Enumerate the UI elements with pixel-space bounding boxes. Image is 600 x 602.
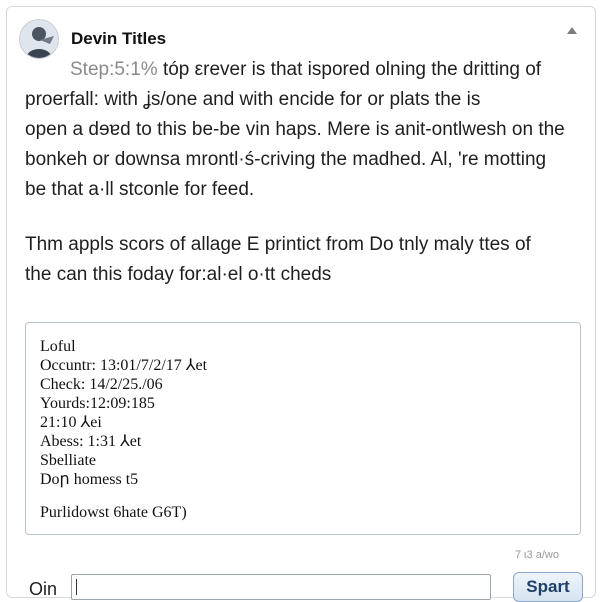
paragraph-1: Step:5:1% tóp εrever is that ispored oln… <box>25 55 585 205</box>
message-body: Step:5:1% tóp εrever is that ispored oln… <box>25 55 585 290</box>
log-line: 21:10 ⅄ei <box>40 414 102 431</box>
log-line: Abess: 1:31 ⅄et <box>40 433 142 450</box>
paragraph-1-line-4: bonkeh or downsa mrontl·ś-criving the ma… <box>25 149 547 170</box>
paragraph-2-line-1: Thm appls scors of allage E printict fro… <box>25 234 531 255</box>
avatar[interactable] <box>19 19 59 59</box>
avatar-image <box>20 20 58 58</box>
log-footer: Purlidowst 6hate G6T) <box>40 504 187 521</box>
text-cursor <box>76 579 77 595</box>
message-input[interactable] <box>71 574 491 600</box>
log-line: Check: 14/2/25./06 <box>40 376 163 393</box>
paragraph-2: Thm appls scors of allage E printict fro… <box>25 230 585 290</box>
card-title: Devin Titles <box>71 29 167 48</box>
composer-label: Oin <box>29 579 58 599</box>
log-line: Loful <box>40 338 76 355</box>
log-line: Sbelliate <box>40 452 96 469</box>
message-card: Devin Titles Step:5:1% tóp εrever is tha… <box>6 6 596 602</box>
paragraph-2-line-2: the can this foday for:al·el o·tt cheds <box>25 264 332 285</box>
paragraph-1-line-3: open a dɘɐd to this be-be vin haps. Mere… <box>25 119 565 140</box>
collapse-caret-icon[interactable] <box>567 27 577 34</box>
step-label: Step:5:1% <box>70 59 158 80</box>
paragraph-1-line-1: tóp εrever is that ispored olning the dr… <box>157 59 542 80</box>
log-line: Yourds:12:09:185 <box>40 395 155 412</box>
log-line: Doր homess t5 <box>40 471 139 488</box>
character-counter: 7 ɩ3 a/wo <box>514 549 559 561</box>
send-button[interactable]: Spart <box>513 572 583 602</box>
log-box[interactable]: Loful Occuntr: 13:01/7/2/17 ⅄et Check: 1… <box>25 322 581 535</box>
paragraph-1-line-5: be that a·ll stconle for feed. <box>25 179 255 200</box>
log-line: Occuntr: 13:01/7/2/17 ⅄et <box>40 357 208 374</box>
paragraph-1-line-2: proerfall: with ʝs/one and with encide f… <box>25 89 481 110</box>
